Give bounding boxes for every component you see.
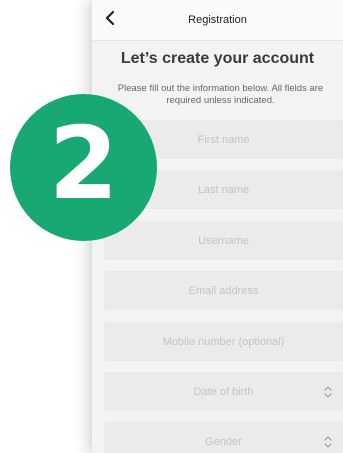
gender-placeholder: Gender bbox=[205, 435, 242, 448]
email-field[interactable]: Email address bbox=[104, 271, 343, 310]
registration-screen: Registration Let’s create your account P… bbox=[92, 0, 343, 453]
form-heading: Let’s create your account bbox=[120, 50, 315, 67]
mobile-number-field[interactable]: Mobile number (optional) bbox=[104, 322, 343, 361]
chevron-up-down-icon bbox=[324, 386, 332, 398]
step-number: 2 bbox=[48, 104, 119, 222]
form-instructions: Please fill out the information below. A… bbox=[117, 83, 324, 106]
date-of-birth-placeholder: Date of birth bbox=[193, 385, 254, 398]
email-placeholder: Email address bbox=[188, 284, 259, 297]
last-name-placeholder: Last name bbox=[197, 183, 250, 196]
step-number-badge: 2 bbox=[10, 94, 157, 241]
gender-select[interactable]: Gender bbox=[104, 422, 343, 453]
first-name-placeholder: First name bbox=[197, 133, 250, 146]
date-of-birth-select[interactable]: Date of birth bbox=[104, 372, 343, 411]
chevron-up-down-icon bbox=[324, 436, 332, 448]
username-field[interactable]: Username bbox=[104, 221, 343, 260]
top-bar: Registration bbox=[92, 0, 343, 41]
username-placeholder: Username bbox=[198, 234, 249, 247]
mobile-number-placeholder: Mobile number (optional) bbox=[162, 335, 285, 348]
page-title: Registration bbox=[188, 14, 247, 26]
